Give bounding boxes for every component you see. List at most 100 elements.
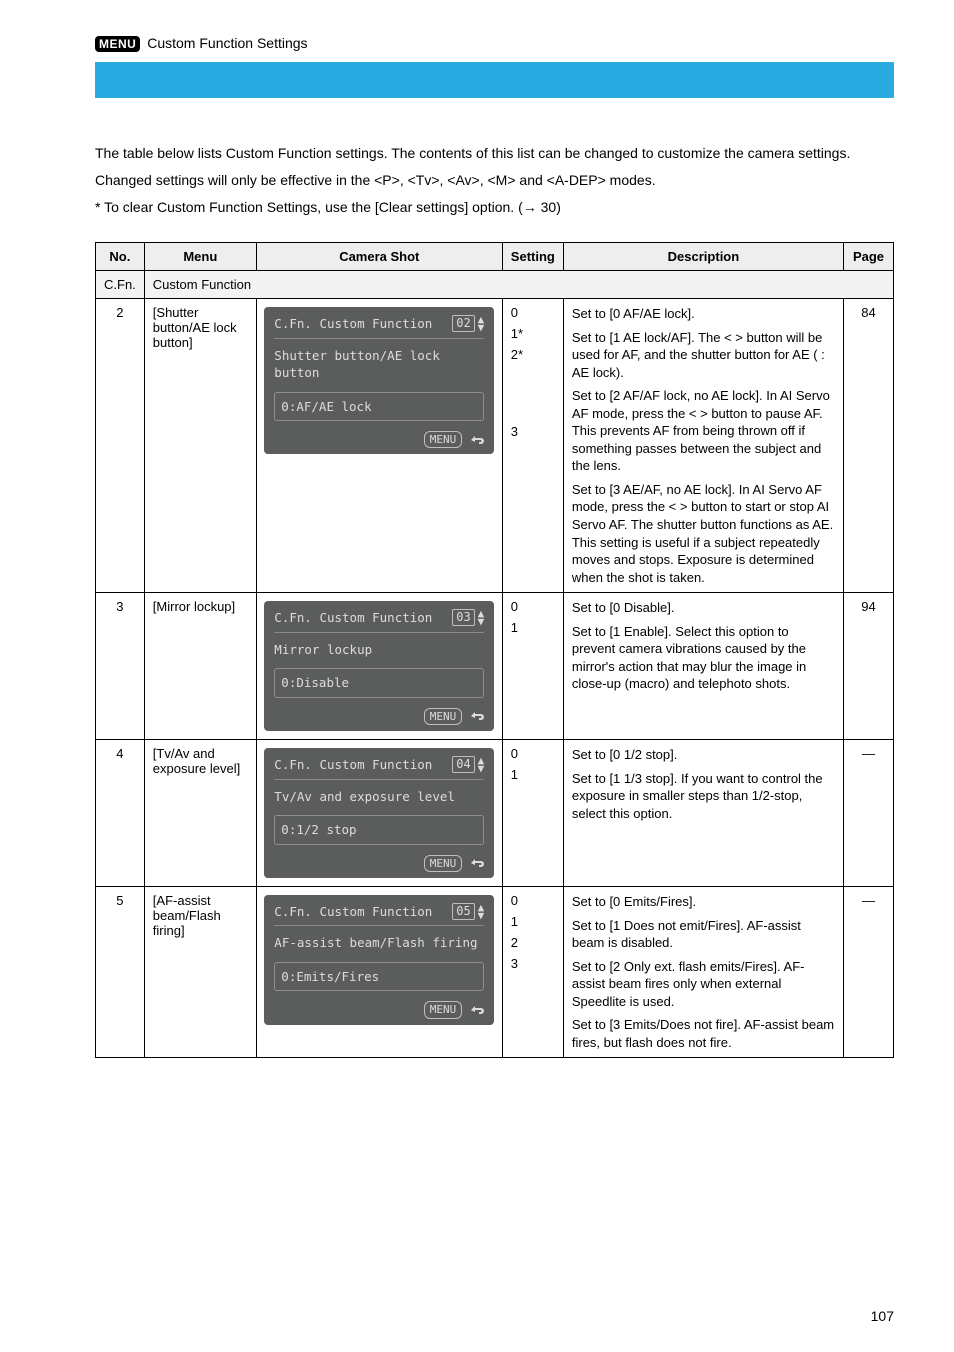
lcd-number: 03 <box>452 609 474 626</box>
lcd-title: C.Fn. Custom Function <box>274 315 432 333</box>
cell-desc: Set to [0 AF/AE lock]. Set to [1 AE lock… <box>563 299 843 593</box>
cell-no: 5 <box>96 886 145 1057</box>
hdr-shot: Camera Shot <box>256 243 502 271</box>
cell-desc: Set to [0 Disable]. Set to [1 Enable]. S… <box>563 593 843 740</box>
setting-opt: 3 <box>511 424 555 439</box>
hdr-page: Page <box>844 243 894 271</box>
custom-function-table: No. Menu Camera Shot Setting Description… <box>95 242 894 1058</box>
intro-p1: The table below lists Custom Function se… <box>95 143 894 164</box>
desc-line: Set to [0 AF/AE lock]. <box>572 305 835 323</box>
cell-menu: [Shutter button/AE lock button] <box>144 299 256 593</box>
back-arrow-icon <box>468 857 484 869</box>
setting-opt: 1 <box>511 767 555 782</box>
lcd-screenshot: C.Fn. Custom Function 05 ▲▼ AF-assist be… <box>264 895 494 1025</box>
cell-no: 2 <box>96 299 145 593</box>
setting-opt: 0 <box>511 746 555 761</box>
lcd-title: C.Fn. Custom Function <box>274 903 432 921</box>
cell-settings: 0 1 <box>502 593 563 740</box>
lcd-line2: Shutter button/AE lock button <box>274 347 484 382</box>
lcd-value: 0:Disable <box>274 668 484 698</box>
desc-line: Set to [1 1/3 stop]. If you want to cont… <box>572 770 835 823</box>
lcd-number: 04 <box>452 756 474 773</box>
lcd-number: 02 <box>452 315 474 332</box>
lcd-number: 05 <box>452 903 474 920</box>
desc-line: Set to [1 Does not emit/Fires]. AF-assis… <box>572 917 835 952</box>
intro-note: * To clear Custom Function Settings, use… <box>95 197 894 218</box>
desc-line: Set to [2 Only ext. flash emits/Fires]. … <box>572 958 835 1011</box>
subhead-cfn: C.Fn. <box>96 271 145 299</box>
lcd-menu-label: MENU <box>424 855 463 872</box>
table-row: 2 [Shutter button/AE lock button] C.Fn. … <box>96 299 894 593</box>
cell-settings: 0 1* 2* 3 <box>502 299 563 593</box>
lcd-menu-label: MENU <box>424 431 463 448</box>
setting-opt: 3 <box>511 956 555 971</box>
hdr-menu: Menu <box>144 243 256 271</box>
lcd-value: 0:Emits/Fires <box>274 962 484 992</box>
cell-page: 94 <box>844 593 894 740</box>
table-row: 4 [Tv/Av and exposure level] C.Fn. Custo… <box>96 740 894 887</box>
cell-menu: [AF-assist beam/Flash firing] <box>144 886 256 1057</box>
lcd-menu-label: MENU <box>424 708 463 725</box>
desc-line: Set to [0 Disable]. <box>572 599 835 617</box>
cell-settings: 0 1 2 3 <box>502 886 563 1057</box>
table-row: 3 [Mirror lockup] C.Fn. Custom Function … <box>96 593 894 740</box>
setting-opt: 2* <box>511 347 555 362</box>
back-arrow-icon <box>468 434 484 446</box>
lcd-number-box: 03 ▲▼ <box>452 609 484 626</box>
lcd-value: 0:1/2 stop <box>274 815 484 845</box>
setting-opt: 1* <box>511 326 555 341</box>
cell-page: — <box>844 740 894 887</box>
cell-menu: [Mirror lockup] <box>144 593 256 740</box>
cell-page: 84 <box>844 299 894 593</box>
cell-shot: C.Fn. Custom Function 02 ▲▼ Shutter butt… <box>256 299 502 593</box>
subhead-custom-function: Custom Function <box>144 271 893 299</box>
desc-line: Set to [3 AE/AF, no AE lock]. In AI Serv… <box>572 481 835 586</box>
up-down-icon: ▲▼ <box>478 316 485 332</box>
lcd-line2: Tv/Av and exposure level <box>274 788 484 806</box>
cell-shot: C.Fn. Custom Function 04 ▲▼ Tv/Av and ex… <box>256 740 502 887</box>
setting-opt: 1 <box>511 914 555 929</box>
desc-line: Set to [0 Emits/Fires]. <box>572 893 835 911</box>
cell-desc: Set to [0 Emits/Fires]. Set to [1 Does n… <box>563 886 843 1057</box>
cell-page: — <box>844 886 894 1057</box>
back-arrow-icon <box>468 1004 484 1016</box>
lcd-screenshot: C.Fn. Custom Function 02 ▲▼ Shutter butt… <box>264 307 494 454</box>
table-header-row: No. Menu Camera Shot Setting Description… <box>96 243 894 271</box>
intro-block: The table below lists Custom Function se… <box>95 143 894 218</box>
lcd-number-box: 05 ▲▼ <box>452 903 484 920</box>
menu-badge: MENU <box>95 36 140 52</box>
lcd-title: C.Fn. Custom Function <box>274 609 432 627</box>
cell-no: 3 <box>96 593 145 740</box>
lcd-menu-label: MENU <box>424 1001 463 1018</box>
lcd-line2: Mirror lockup <box>274 641 484 659</box>
hdr-set: Setting <box>502 243 563 271</box>
up-down-icon: ▲▼ <box>478 610 485 626</box>
lcd-number-box: 02 ▲▼ <box>452 315 484 332</box>
cell-menu: [Tv/Av and exposure level] <box>144 740 256 887</box>
hdr-no: No. <box>96 243 145 271</box>
lcd-screenshot: C.Fn. Custom Function 04 ▲▼ Tv/Av and ex… <box>264 748 494 878</box>
setting-opt: 1 <box>511 620 555 635</box>
back-arrow-icon <box>468 710 484 722</box>
cell-settings: 0 1 <box>502 740 563 887</box>
cell-desc: Set to [0 1/2 stop]. Set to [1 1/3 stop]… <box>563 740 843 887</box>
blue-banner <box>95 62 894 98</box>
setting-opt: 0 <box>511 305 555 320</box>
up-down-icon: ▲▼ <box>478 757 485 773</box>
desc-line: Set to [0 1/2 stop]. <box>572 746 835 764</box>
hdr-desc: Description <box>563 243 843 271</box>
cell-no: 4 <box>96 740 145 887</box>
menu-suffix-text: Custom Function Settings <box>147 35 307 51</box>
lcd-screenshot: C.Fn. Custom Function 03 ▲▼ Mirror locku… <box>264 601 494 731</box>
desc-line: Set to [1 AE lock/AF]. The < > button wi… <box>572 329 835 382</box>
desc-line: Set to [3 Emits/Does not fire]. AF-assis… <box>572 1016 835 1051</box>
desc-line: Set to [2 AF/AF lock, no AE lock]. In AI… <box>572 387 835 475</box>
page-number: 107 <box>871 1308 894 1324</box>
table-row: 5 [AF-assist beam/Flash firing] C.Fn. Cu… <box>96 886 894 1057</box>
setting-opt: 0 <box>511 893 555 908</box>
cell-shot: C.Fn. Custom Function 05 ▲▼ AF-assist be… <box>256 886 502 1057</box>
desc-line: Set to [1 Enable]. Select this option to… <box>572 623 835 693</box>
lcd-value: 0:AF/AE lock <box>274 392 484 422</box>
lcd-title: C.Fn. Custom Function <box>274 756 432 774</box>
lcd-number-box: 04 ▲▼ <box>452 756 484 773</box>
